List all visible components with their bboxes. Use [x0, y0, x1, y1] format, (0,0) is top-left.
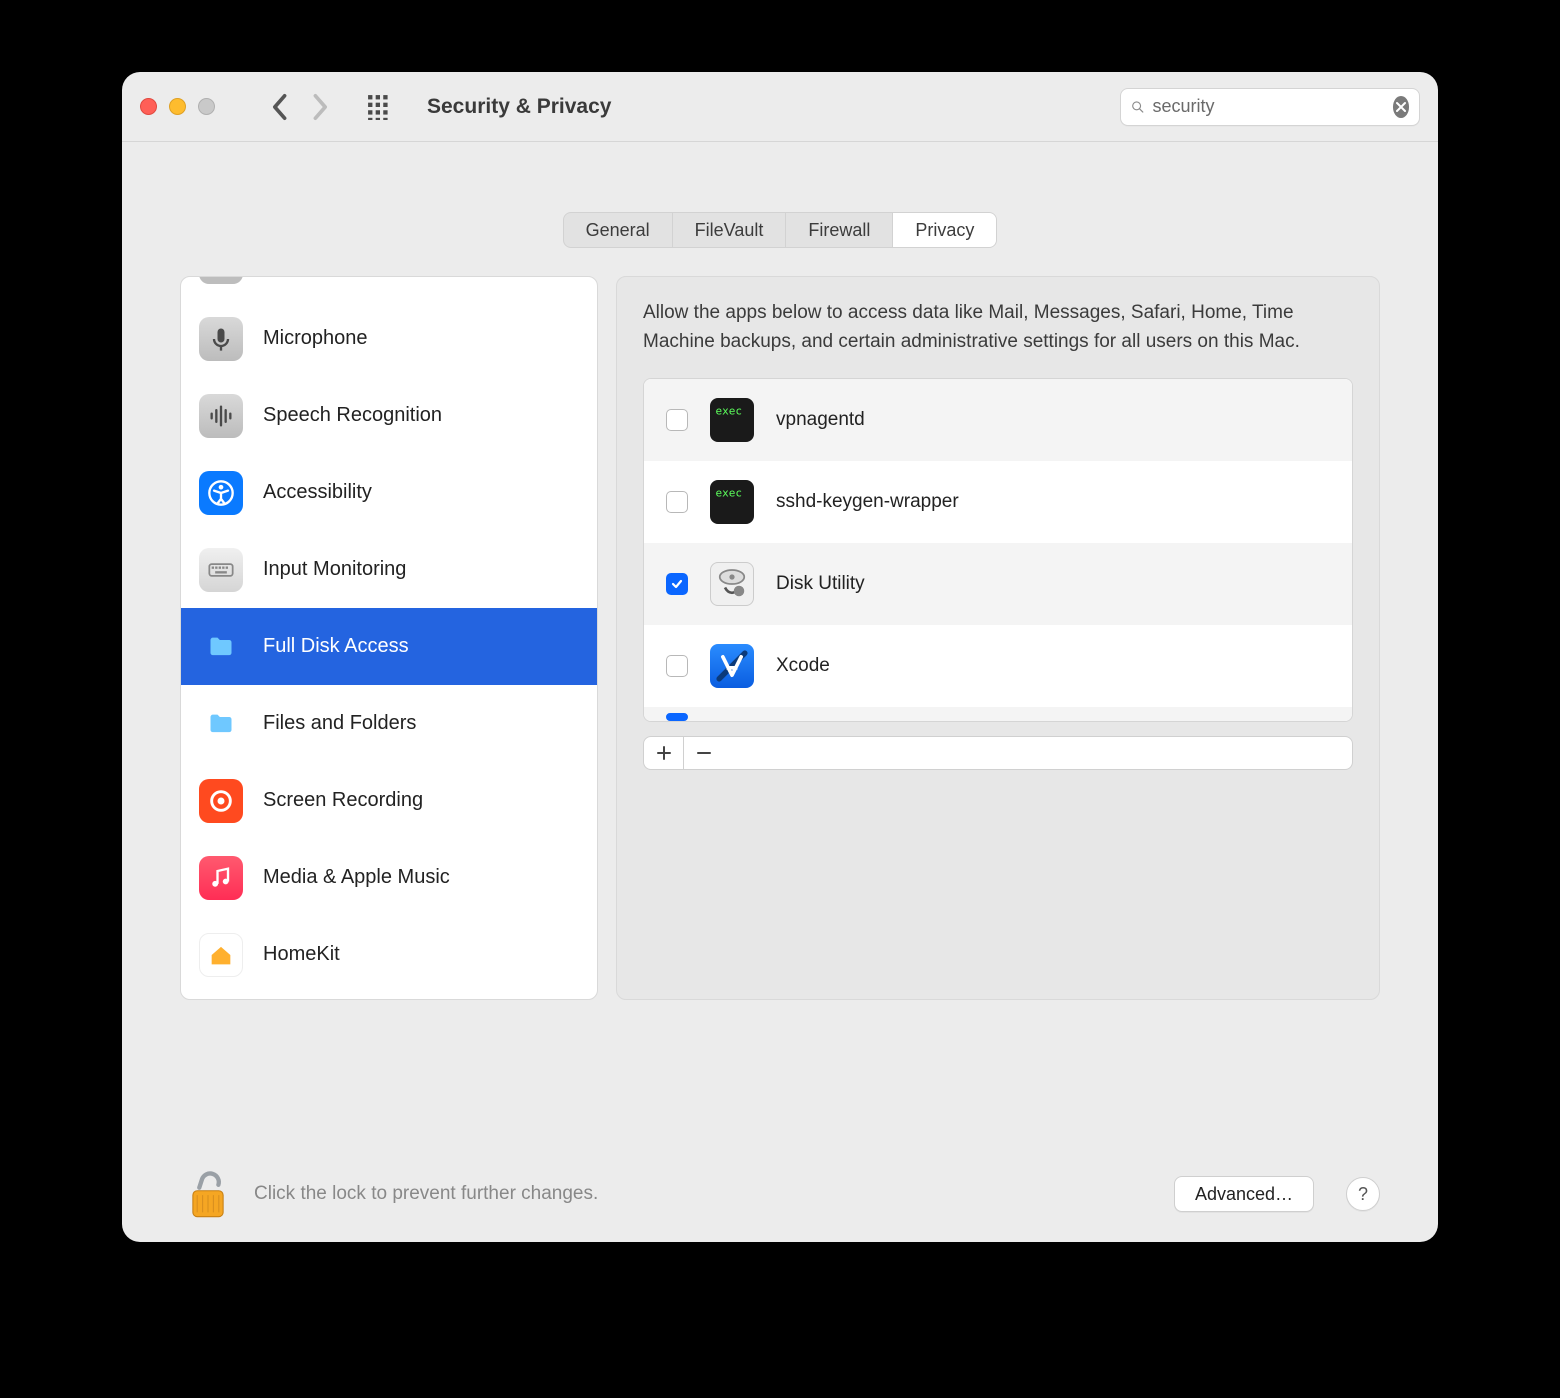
panel-description: Allow the apps below to access data like…: [643, 299, 1353, 356]
x-icon: [1395, 101, 1407, 113]
app-name: vpnagentd: [776, 409, 865, 431]
sidebar-item-label: Speech Recognition: [263, 404, 442, 427]
microphone-icon: [199, 317, 243, 361]
terminal-icon: exec: [710, 480, 754, 524]
app-name: sshd-keygen-wrapper: [776, 491, 959, 513]
sidebar-item-label: Screen Recording: [263, 789, 423, 812]
sidebar-item-partial[interactable]: [181, 276, 597, 300]
tab-bar: General FileVault Firewall Privacy: [142, 212, 1418, 248]
minimize-window-button[interactable]: [169, 98, 186, 115]
window-body: General FileVault Firewall Privacy: [122, 142, 1438, 1242]
svg-text:exec: exec: [716, 487, 743, 500]
chevron-left-icon: [270, 93, 288, 121]
sidebar-item-label: Microphone: [263, 327, 368, 350]
window-controls: [140, 98, 215, 115]
app-row-partial[interactable]: [644, 707, 1352, 722]
lock-hint-text: Click the lock to prevent further change…: [254, 1183, 1156, 1205]
close-window-button[interactable]: [140, 98, 157, 115]
tab-privacy[interactable]: Privacy: [893, 213, 996, 247]
search-input[interactable]: [1153, 96, 1385, 117]
sidebar-item-accessibility[interactable]: Accessibility: [181, 454, 597, 531]
sidebar-item-label: Input Monitoring: [263, 558, 406, 581]
sidebar-item-speech[interactable]: Speech Recognition: [181, 377, 597, 454]
tab-filevault[interactable]: FileVault: [673, 213, 787, 247]
speech-icon: [199, 394, 243, 438]
forward-button[interactable]: [309, 95, 333, 119]
svg-text:exec: exec: [716, 405, 743, 418]
titlebar: Security & Privacy: [122, 72, 1438, 142]
search-icon: [1131, 98, 1145, 116]
detail-panel: Allow the apps below to access data like…: [616, 276, 1380, 1000]
app-checkbox[interactable]: [666, 409, 688, 431]
back-button[interactable]: [267, 95, 291, 119]
advanced-button[interactable]: Advanced…: [1174, 1176, 1314, 1212]
terminal-icon: exec: [710, 398, 754, 442]
music-icon: [199, 856, 243, 900]
sidebar-item-screen-recording[interactable]: Screen Recording: [181, 762, 597, 839]
app-row-sshd[interactable]: exec sshd-keygen-wrapper: [644, 461, 1352, 543]
app-row-disk-utility[interactable]: Disk Utility: [644, 543, 1352, 625]
sidebar-item-microphone[interactable]: Microphone: [181, 300, 597, 377]
home-icon: [199, 933, 243, 977]
lock-open-icon: [186, 1167, 230, 1221]
plus-icon: [656, 745, 672, 761]
tab-general[interactable]: General: [564, 213, 673, 247]
folder-icon: [199, 702, 243, 746]
tab-firewall[interactable]: Firewall: [786, 213, 893, 247]
sidebar-item-input-monitoring[interactable]: Input Monitoring: [181, 531, 597, 608]
app-checkbox[interactable]: [666, 655, 688, 677]
sidebar-item-label: Files and Folders: [263, 712, 416, 735]
app-checkbox[interactable]: [666, 713, 688, 721]
sidebar-item-files-folders[interactable]: Files and Folders: [181, 685, 597, 762]
sidebar-item-label: Accessibility: [263, 481, 372, 504]
app-row-xcode[interactable]: Xcode: [644, 625, 1352, 707]
checkmark-icon: [670, 577, 684, 591]
sidebar-item-label: Full Disk Access: [263, 635, 409, 658]
sidebar-item-media-music[interactable]: Media & Apple Music: [181, 839, 597, 916]
add-remove-controls: [643, 736, 1353, 770]
clear-search-button[interactable]: [1393, 96, 1410, 118]
keyboard-icon: [199, 548, 243, 592]
chevron-right-icon: [312, 93, 330, 121]
app-name: Disk Utility: [776, 573, 865, 595]
preferences-window: Security & Privacy General FileVault Fir…: [122, 72, 1438, 1242]
sidebar-item-full-disk-access[interactable]: Full Disk Access: [181, 608, 597, 685]
question-mark-icon: ?: [1358, 1184, 1368, 1205]
sidebar-item-label: Media & Apple Music: [263, 866, 450, 889]
sidebar-item-label: HomeKit: [263, 943, 340, 966]
sidebar-item-homekit[interactable]: HomeKit: [181, 916, 597, 993]
app-checkbox[interactable]: [666, 573, 688, 595]
minus-icon: [696, 745, 712, 761]
app-name: Xcode: [776, 655, 830, 677]
show-all-button[interactable]: [367, 94, 393, 120]
privacy-category-list[interactable]: Microphone Speech Recognition Accessibil…: [180, 276, 598, 1000]
xcode-icon: [710, 644, 754, 688]
folder-icon: [199, 625, 243, 669]
lock-button[interactable]: [180, 1166, 236, 1222]
record-icon: [199, 779, 243, 823]
app-list[interactable]: exec vpnagentd exec sshd-keygen-wrapper: [643, 378, 1353, 722]
diskutility-icon: [710, 562, 754, 606]
generic-icon: [199, 276, 243, 284]
add-app-button[interactable]: [644, 737, 684, 769]
footer: Click the lock to prevent further change…: [142, 1146, 1418, 1242]
app-row-vpnagentd[interactable]: exec vpnagentd: [644, 379, 1352, 461]
help-button[interactable]: ?: [1346, 1177, 1380, 1211]
search-field[interactable]: [1120, 88, 1420, 126]
grid-icon: [367, 94, 393, 120]
window-title: Security & Privacy: [427, 95, 611, 119]
accessibility-icon: [199, 471, 243, 515]
remove-app-button[interactable]: [684, 737, 724, 769]
nav-arrows: [267, 95, 333, 119]
zoom-window-button[interactable]: [198, 98, 215, 115]
app-checkbox[interactable]: [666, 491, 688, 513]
